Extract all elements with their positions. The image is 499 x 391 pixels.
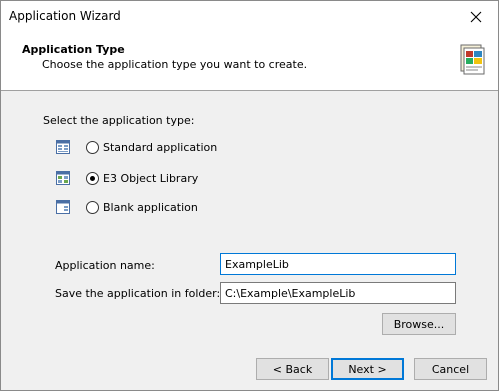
folder-label: Save the application in folder:: [55, 287, 221, 300]
next-button[interactable]: Next >: [331, 358, 404, 380]
radio-blank-application[interactable]: [86, 200, 99, 214]
application-wizard-window: Application Wizard Application Type Choo…: [0, 0, 499, 391]
option-blank-application[interactable]: Blank application: [55, 198, 198, 216]
radio-e3-object-library[interactable]: [86, 171, 99, 185]
page-subtitle: Choose the application type you want to …: [42, 58, 308, 71]
app-type-prompt: Select the application type:: [43, 114, 195, 127]
object-library-icon: [56, 171, 70, 185]
title-bar: Application Wizard: [1, 1, 498, 32]
option-e3-object-library[interactable]: E3 Object Library: [55, 169, 198, 187]
wizard-document-icon: [460, 44, 485, 75]
browse-button[interactable]: Browse...: [382, 313, 456, 335]
back-button[interactable]: < Back: [256, 358, 329, 380]
option-label: Standard application: [103, 140, 218, 154]
application-name-label: Application name:: [55, 259, 155, 272]
option-label: E3 Object Library: [103, 171, 199, 185]
window-title: Application Wizard: [9, 9, 121, 23]
option-label: Blank application: [103, 200, 198, 214]
blank-app-icon: [56, 200, 70, 214]
option-standard-application[interactable]: Standard application: [55, 138, 217, 156]
close-button[interactable]: [454, 1, 498, 32]
standard-app-icon: [56, 140, 70, 154]
radio-standard-application[interactable]: [86, 140, 99, 154]
cancel-button[interactable]: Cancel: [414, 358, 487, 380]
wizard-header: Application Type Choose the application …: [1, 32, 498, 91]
folder-input[interactable]: [220, 282, 456, 304]
close-icon: [470, 11, 482, 22]
application-name-input[interactable]: [220, 253, 456, 275]
page-title: Application Type: [22, 43, 125, 56]
